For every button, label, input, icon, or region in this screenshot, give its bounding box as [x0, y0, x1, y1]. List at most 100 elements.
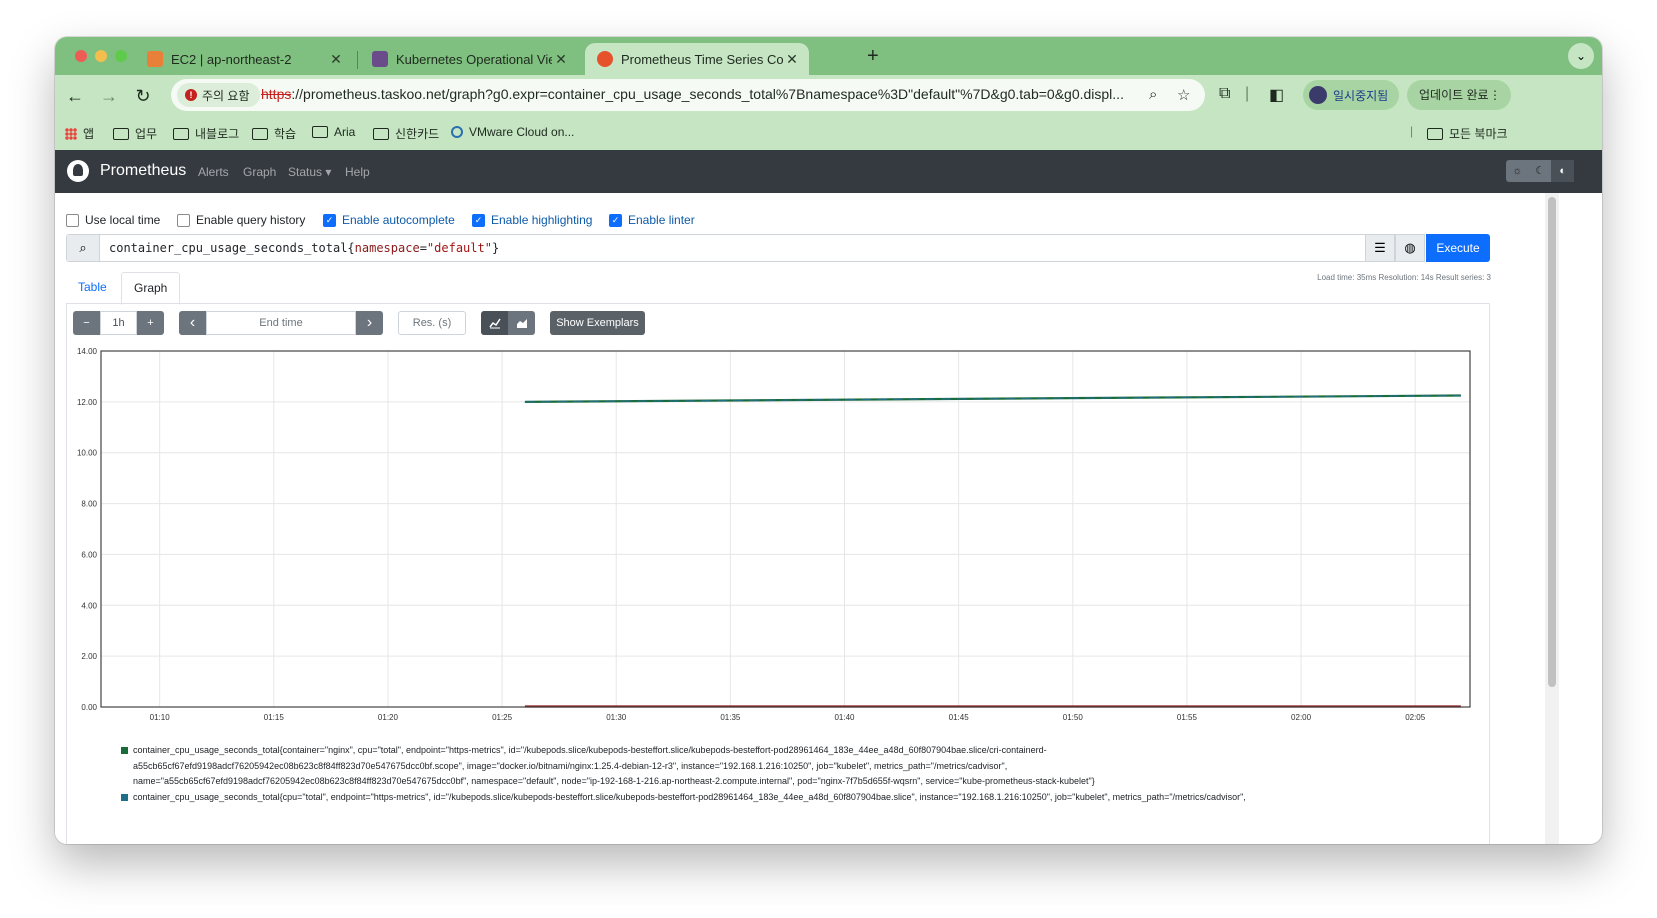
next-time-button[interactable]: ›: [356, 311, 383, 335]
resolution-input[interactable]: Res. (s): [398, 311, 466, 335]
option-label: Enable highlighting: [491, 213, 593, 227]
bookmark-label: VMware Cloud on...: [469, 125, 575, 139]
query-brace-close: }: [491, 241, 500, 255]
bookmark-star-icon[interactable]: ☆: [1177, 86, 1190, 104]
y-tick-label: 0.00: [81, 703, 97, 712]
graph-page: Use local time Enable query history ✓ En…: [55, 193, 1543, 844]
dark-theme-moon-icon[interactable]: ☾: [1529, 160, 1552, 182]
y-tick-label: 2.00: [81, 652, 97, 661]
search-icon: ⌕: [67, 235, 100, 261]
bookmark-apps[interactable]: 앱: [65, 125, 94, 142]
tab-separator: [357, 51, 358, 69]
y-tick-label: 12.00: [77, 398, 98, 407]
bookmark-folder-aria[interactable]: Aria: [312, 125, 355, 139]
query-label-name: namespace: [354, 241, 420, 255]
shrink-range-button[interactable]: −: [73, 311, 100, 335]
close-tab-icon[interactable]: ✕: [552, 51, 570, 68]
url-scheme: https: [261, 86, 292, 102]
light-theme-sun-icon[interactable]: ☼: [1506, 160, 1529, 182]
option-label: Enable linter: [628, 213, 695, 227]
nav-status[interactable]: Status ▾: [288, 165, 331, 179]
extensions-puzzle-icon[interactable]: ⧉: [1219, 85, 1230, 103]
previous-time-button[interactable]: ‹: [179, 311, 206, 335]
folder-icon: [252, 127, 268, 140]
x-tick-label: 02:05: [1405, 713, 1426, 722]
range-input[interactable]: 1h: [100, 311, 137, 335]
x-tick-label: 01:35: [720, 713, 741, 722]
format-expression-icon[interactable]: ☰: [1365, 234, 1395, 262]
stacked-chart-icon[interactable]: [508, 311, 535, 335]
all-bookmarks-folder[interactable]: 모든 북마크: [1427, 125, 1508, 142]
time-series-graph[interactable]: 0.00 2.00 4.00 6.00 8.00 10.00 12.00 14.00 01:10…: [55, 343, 1543, 733]
tab-search-chevron-icon[interactable]: ⌄: [1568, 43, 1594, 69]
scrollbar-thumb[interactable]: [1548, 197, 1556, 687]
legend-labels-line1: cpu="total", endpoint="https-metrics", i…: [282, 791, 1246, 802]
legend-item[interactable]: container_cpu_usage_seconds_total{contai…: [121, 743, 1491, 790]
tab-prometheus[interactable]: Prometheus Time Series Colle ✕: [585, 43, 809, 75]
bookmark-label: 모든 북마크: [1449, 127, 1508, 141]
bookmark-folder-study[interactable]: 학습: [252, 125, 296, 142]
expression-input[interactable]: ⌕ container_cpu_usage_seconds_total{name…: [66, 234, 1423, 262]
new-tab-button[interactable]: +: [867, 45, 879, 68]
enable-linter-checkbox[interactable]: ✓ Enable linter: [609, 213, 695, 227]
execute-button[interactable]: Execute: [1426, 234, 1490, 262]
prometheus-logo-icon[interactable]: [67, 160, 89, 182]
update-button[interactable]: 업데이트 완료 ⋮: [1407, 80, 1511, 110]
use-local-time-checkbox[interactable]: Use local time: [66, 213, 160, 227]
side-panel-icon[interactable]: ◧: [1269, 85, 1284, 105]
metrics-explorer-globe-icon[interactable]: ◍: [1395, 234, 1425, 262]
expression-text[interactable]: container_cpu_usage_seconds_total{namesp…: [109, 241, 499, 255]
tab-strip: EC2 | ap-northeast-2 ✕ Kubernetes Operat…: [55, 37, 1602, 75]
prometheus-brand[interactable]: Prometheus: [100, 162, 186, 180]
tab-graph[interactable]: Graph: [121, 272, 181, 305]
close-tab-icon[interactable]: ✕: [327, 51, 345, 68]
profile-button[interactable]: 일시중지됨: [1303, 80, 1399, 110]
bookmark-folder-blog[interactable]: 내블로그: [173, 125, 239, 142]
expand-range-button[interactable]: +: [137, 311, 164, 335]
folder-icon: [173, 127, 189, 140]
address-bar[interactable]: ! 주의 요함 https://prometheus.taskoo.net/gr…: [171, 79, 1205, 111]
close-tab-icon[interactable]: ✕: [783, 51, 801, 68]
prometheus-navbar: Prometheus Alerts Graph Status ▾ Help ☼ …: [55, 150, 1602, 193]
show-exemplars-button[interactable]: Show Exemplars: [550, 311, 645, 335]
bookmark-label: 신한카드: [395, 127, 440, 141]
tab-ec2[interactable]: EC2 | ap-northeast-2 ✕: [135, 43, 353, 75]
option-label: Enable autocomplete: [342, 213, 455, 227]
browser-toolbar: ← → ↻ ! 주의 요함 https://prometheus.taskoo.…: [55, 75, 1602, 117]
y-tick-label: 10.00: [77, 449, 98, 458]
zoom-magnifier-icon[interactable]: ⌕: [1149, 86, 1157, 103]
kube-ops-favicon-icon: [372, 51, 388, 67]
bookmark-vmware-cloud[interactable]: VMware Cloud on...: [451, 125, 574, 139]
back-arrow-icon[interactable]: ←: [63, 84, 87, 108]
close-window-button[interactable]: [75, 50, 87, 62]
tab-table[interactable]: Table: [66, 272, 119, 303]
tab-kubernetes-operational-view[interactable]: Kubernetes Operational View ✕: [360, 43, 578, 75]
legend-labels-line3: name="a55cb65cf67efd9198adcf76205942ec08…: [133, 776, 1095, 786]
end-time-input[interactable]: End time: [206, 311, 356, 335]
enable-highlighting-checkbox[interactable]: ✓ Enable highlighting: [472, 213, 592, 227]
zoom-window-button[interactable]: [115, 50, 127, 62]
reload-icon[interactable]: ↻: [131, 84, 155, 108]
legend-metric-name: container_cpu_usage_seconds_total{: [133, 745, 283, 755]
apps-grid-icon: [65, 127, 77, 140]
nav-alerts[interactable]: Alerts: [198, 165, 229, 179]
page-scrollbar[interactable]: [1545, 193, 1559, 844]
url-text[interactable]: https://prometheus.taskoo.net/graph?g0.e…: [261, 86, 1141, 102]
line-chart-icon[interactable]: [481, 311, 508, 335]
bookmark-label: 업무: [135, 127, 158, 141]
forward-arrow-icon[interactable]: →: [97, 84, 121, 108]
bookmark-folder-shinhan[interactable]: 신한카드: [373, 125, 439, 142]
bookmark-label: 학습: [274, 127, 297, 141]
browser-theme-contrast-icon[interactable]: ◐: [1551, 160, 1575, 182]
checkmark-icon: ✓: [323, 213, 336, 227]
bookmark-folder-work[interactable]: 업무: [113, 125, 157, 142]
enable-autocomplete-checkbox[interactable]: ✓ Enable autocomplete: [323, 213, 455, 227]
security-warning-chip[interactable]: ! 주의 요함: [177, 83, 260, 107]
x-tick-label: 02:00: [1291, 713, 1312, 722]
legend-item[interactable]: container_cpu_usage_seconds_total{cpu="t…: [121, 790, 1491, 806]
option-label: Use local time: [85, 213, 161, 227]
nav-graph[interactable]: Graph: [243, 165, 276, 179]
nav-help[interactable]: Help: [345, 165, 370, 179]
minimize-window-button[interactable]: [95, 50, 107, 62]
enable-query-history-checkbox[interactable]: Enable query history: [177, 213, 305, 227]
